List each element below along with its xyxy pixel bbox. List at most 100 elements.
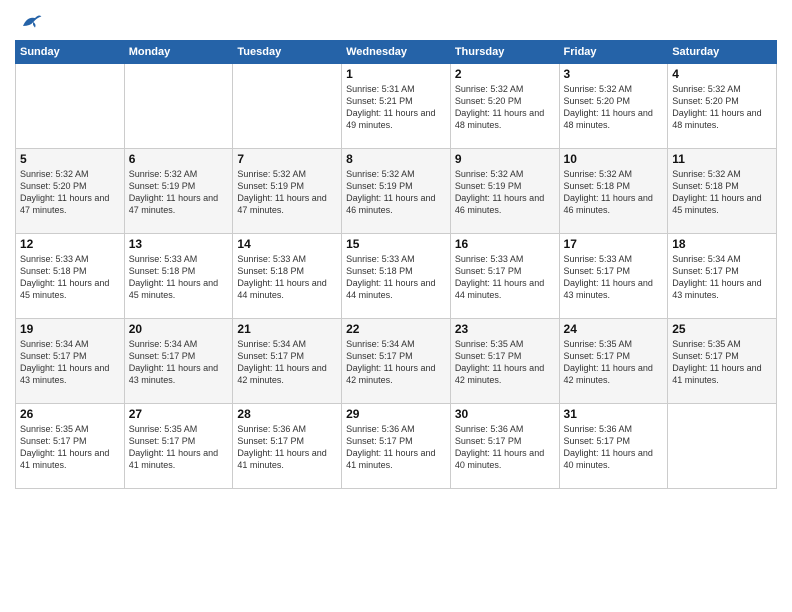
calendar-cell: 18Sunrise: 5:34 AM Sunset: 5:17 PM Dayli… xyxy=(668,234,777,319)
calendar-cell: 2 Sunrise: 5:32 AM Sunset: 5:20 PM Daylig… xyxy=(450,64,559,149)
day-info: Sunrise: 5:33 AM Sunset: 5:17 PM Dayligh… xyxy=(564,253,664,302)
calendar-cell: 29 Sunrise: 5:36 AM Sunset: 5:17 PM Dayli… xyxy=(342,404,451,489)
day-info: Sunrise: 5:35 AM Sunset: 5:17 PM Dayligh… xyxy=(672,338,772,387)
calendar-cell: 1Sunrise: 5:31 AM Sunset: 5:21 PM Daylig… xyxy=(342,64,451,149)
day-info: Sunrise: 5:32 AM Sunset: 5:19 PM Dayligh… xyxy=(237,168,337,217)
calendar-cell: 30 Sunrise: 5:36 AM Sunset: 5:17 PM Dayli… xyxy=(450,404,559,489)
day-info: Sunrise: 5:32 AM Sunset: 5:18 PM Dayligh… xyxy=(672,168,772,217)
day-info: Sunrise: 5:32 AM Sunset: 5:19 PM Dayligh… xyxy=(129,168,229,217)
calendar-cell: 7 Sunrise: 5:32 AM Sunset: 5:19 PM Daylig… xyxy=(233,149,342,234)
day-info: Sunrise: 5:36 AM Sunset: 5:17 PM Dayligh… xyxy=(455,423,555,472)
day-info: Sunrise: 5:36 AM Sunset: 5:17 PM Dayligh… xyxy=(346,423,446,472)
day-info: Sunrise: 5:32 AM Sunset: 5:19 PM Dayligh… xyxy=(455,168,555,217)
day-info: Sunrise: 5:35 AM Sunset: 5:17 PM Dayligh… xyxy=(455,338,555,387)
day-number: 24 xyxy=(564,322,664,336)
day-number: 26 xyxy=(20,407,120,421)
day-info: Sunrise: 5:36 AM Sunset: 5:17 PM Dayligh… xyxy=(564,423,664,472)
calendar-cell: 20 Sunrise: 5:34 AM Sunset: 5:17 PM Dayli… xyxy=(124,319,233,404)
day-number: 16 xyxy=(455,237,555,251)
day-number: 4 xyxy=(672,67,772,81)
day-number: 9 xyxy=(455,152,555,166)
day-number: 22 xyxy=(346,322,446,336)
day-number: 30 xyxy=(455,407,555,421)
day-info: Sunrise: 5:34 AM Sunset: 5:17 PM Dayligh… xyxy=(672,253,772,302)
calendar-cell: 19 Sunrise: 5:34 AM Sunset: 5:17 PM Dayli… xyxy=(16,319,125,404)
calendar-cell: 25 Sunrise: 5:35 AM Sunset: 5:17 PM Dayli… xyxy=(668,319,777,404)
calendar-cell: 23 Sunrise: 5:35 AM Sunset: 5:17 PM Dayli… xyxy=(450,319,559,404)
day-info: Sunrise: 5:33 AM Sunset: 5:18 PM Dayligh… xyxy=(20,253,120,302)
calendar-cell: 26 Sunrise: 5:35 AM Sunset: 5:17 PM Dayli… xyxy=(16,404,125,489)
day-info: Sunrise: 5:33 AM Sunset: 5:18 PM Dayligh… xyxy=(129,253,229,302)
calendar-cell: 15 Sunrise: 5:33 AM Sunset: 5:18 PM Dayli… xyxy=(342,234,451,319)
weekday-header-monday: Monday xyxy=(124,41,233,64)
logo-bird-icon xyxy=(19,10,43,34)
calendar-cell: 6 Sunrise: 5:32 AM Sunset: 5:19 PM Daylig… xyxy=(124,149,233,234)
day-info: Sunrise: 5:34 AM Sunset: 5:17 PM Dayligh… xyxy=(20,338,120,387)
calendar: SundayMondayTuesdayWednesdayThursdayFrid… xyxy=(15,40,777,489)
day-number: 7 xyxy=(237,152,337,166)
calendar-cell: 10 Sunrise: 5:32 AM Sunset: 5:18 PM Dayli… xyxy=(559,149,668,234)
weekday-header-wednesday: Wednesday xyxy=(342,41,451,64)
calendar-cell: 13 Sunrise: 5:33 AM Sunset: 5:18 PM Dayli… xyxy=(124,234,233,319)
weekday-header-sunday: Sunday xyxy=(16,41,125,64)
day-info: Sunrise: 5:33 AM Sunset: 5:17 PM Dayligh… xyxy=(455,253,555,302)
day-number: 21 xyxy=(237,322,337,336)
day-number: 23 xyxy=(455,322,555,336)
day-number: 29 xyxy=(346,407,446,421)
calendar-cell: 5 Sunrise: 5:32 AM Sunset: 5:20 PM Daylig… xyxy=(16,149,125,234)
day-number: 12 xyxy=(20,237,120,251)
calendar-cell xyxy=(233,64,342,149)
day-number: 3 xyxy=(564,67,664,81)
day-info: Sunrise: 5:32 AM Sunset: 5:18 PM Dayligh… xyxy=(564,168,664,217)
calendar-cell: 4 Sunrise: 5:32 AM Sunset: 5:20 PM Daylig… xyxy=(668,64,777,149)
page: SundayMondayTuesdayWednesdayThursdayFrid… xyxy=(0,0,792,612)
day-info: Sunrise: 5:32 AM Sunset: 5:20 PM Dayligh… xyxy=(20,168,120,217)
calendar-cell: 21 Sunrise: 5:34 AM Sunset: 5:17 PM Dayli… xyxy=(233,319,342,404)
day-info: Sunrise: 5:35 AM Sunset: 5:17 PM Dayligh… xyxy=(20,423,120,472)
day-info: Sunrise: 5:34 AM Sunset: 5:17 PM Dayligh… xyxy=(346,338,446,387)
weekday-header-row: SundayMondayTuesdayWednesdayThursdayFrid… xyxy=(16,41,777,64)
day-info: Sunrise: 5:32 AM Sunset: 5:20 PM Dayligh… xyxy=(564,83,664,132)
calendar-cell: 8 Sunrise: 5:32 AM Sunset: 5:19 PM Daylig… xyxy=(342,149,451,234)
day-number: 2 xyxy=(455,67,555,81)
day-number: 20 xyxy=(129,322,229,336)
day-info: Sunrise: 5:32 AM Sunset: 5:20 PM Dayligh… xyxy=(672,83,772,132)
day-number: 25 xyxy=(672,322,772,336)
calendar-cell: 3 Sunrise: 5:32 AM Sunset: 5:20 PM Daylig… xyxy=(559,64,668,149)
weekday-header-friday: Friday xyxy=(559,41,668,64)
weekday-header-tuesday: Tuesday xyxy=(233,41,342,64)
day-info: Sunrise: 5:32 AM Sunset: 5:20 PM Dayligh… xyxy=(455,83,555,132)
day-info: Sunrise: 5:34 AM Sunset: 5:17 PM Dayligh… xyxy=(237,338,337,387)
day-info: Sunrise: 5:33 AM Sunset: 5:18 PM Dayligh… xyxy=(346,253,446,302)
day-info: Sunrise: 5:32 AM Sunset: 5:19 PM Dayligh… xyxy=(346,168,446,217)
calendar-cell: 24 Sunrise: 5:35 AM Sunset: 5:17 PM Dayli… xyxy=(559,319,668,404)
day-number: 13 xyxy=(129,237,229,251)
week-row-5: 26 Sunrise: 5:35 AM Sunset: 5:17 PM Dayli… xyxy=(16,404,777,489)
calendar-cell: 31Sunrise: 5:36 AM Sunset: 5:17 PM Dayli… xyxy=(559,404,668,489)
day-info: Sunrise: 5:33 AM Sunset: 5:18 PM Dayligh… xyxy=(237,253,337,302)
day-info: Sunrise: 5:36 AM Sunset: 5:17 PM Dayligh… xyxy=(237,423,337,472)
calendar-cell: 17 Sunrise: 5:33 AM Sunset: 5:17 PM Dayli… xyxy=(559,234,668,319)
day-number: 8 xyxy=(346,152,446,166)
calendar-cell: 28Sunrise: 5:36 AM Sunset: 5:17 PM Dayli… xyxy=(233,404,342,489)
calendar-cell: 11Sunrise: 5:32 AM Sunset: 5:18 PM Dayli… xyxy=(668,149,777,234)
calendar-cell: 12 Sunrise: 5:33 AM Sunset: 5:18 PM Dayli… xyxy=(16,234,125,319)
day-number: 5 xyxy=(20,152,120,166)
day-number: 17 xyxy=(564,237,664,251)
week-row-1: 1Sunrise: 5:31 AM Sunset: 5:21 PM Daylig… xyxy=(16,64,777,149)
day-number: 19 xyxy=(20,322,120,336)
day-number: 10 xyxy=(564,152,664,166)
calendar-cell xyxy=(16,64,125,149)
week-row-3: 12 Sunrise: 5:33 AM Sunset: 5:18 PM Dayli… xyxy=(16,234,777,319)
day-info: Sunrise: 5:31 AM Sunset: 5:21 PM Dayligh… xyxy=(346,83,446,132)
calendar-cell: 9 Sunrise: 5:32 AM Sunset: 5:19 PM Daylig… xyxy=(450,149,559,234)
calendar-cell xyxy=(668,404,777,489)
week-row-2: 5 Sunrise: 5:32 AM Sunset: 5:20 PM Daylig… xyxy=(16,149,777,234)
weekday-header-thursday: Thursday xyxy=(450,41,559,64)
header xyxy=(15,10,777,34)
day-info: Sunrise: 5:34 AM Sunset: 5:17 PM Dayligh… xyxy=(129,338,229,387)
day-info: Sunrise: 5:35 AM Sunset: 5:17 PM Dayligh… xyxy=(564,338,664,387)
day-number: 15 xyxy=(346,237,446,251)
day-number: 6 xyxy=(129,152,229,166)
calendar-cell xyxy=(124,64,233,149)
